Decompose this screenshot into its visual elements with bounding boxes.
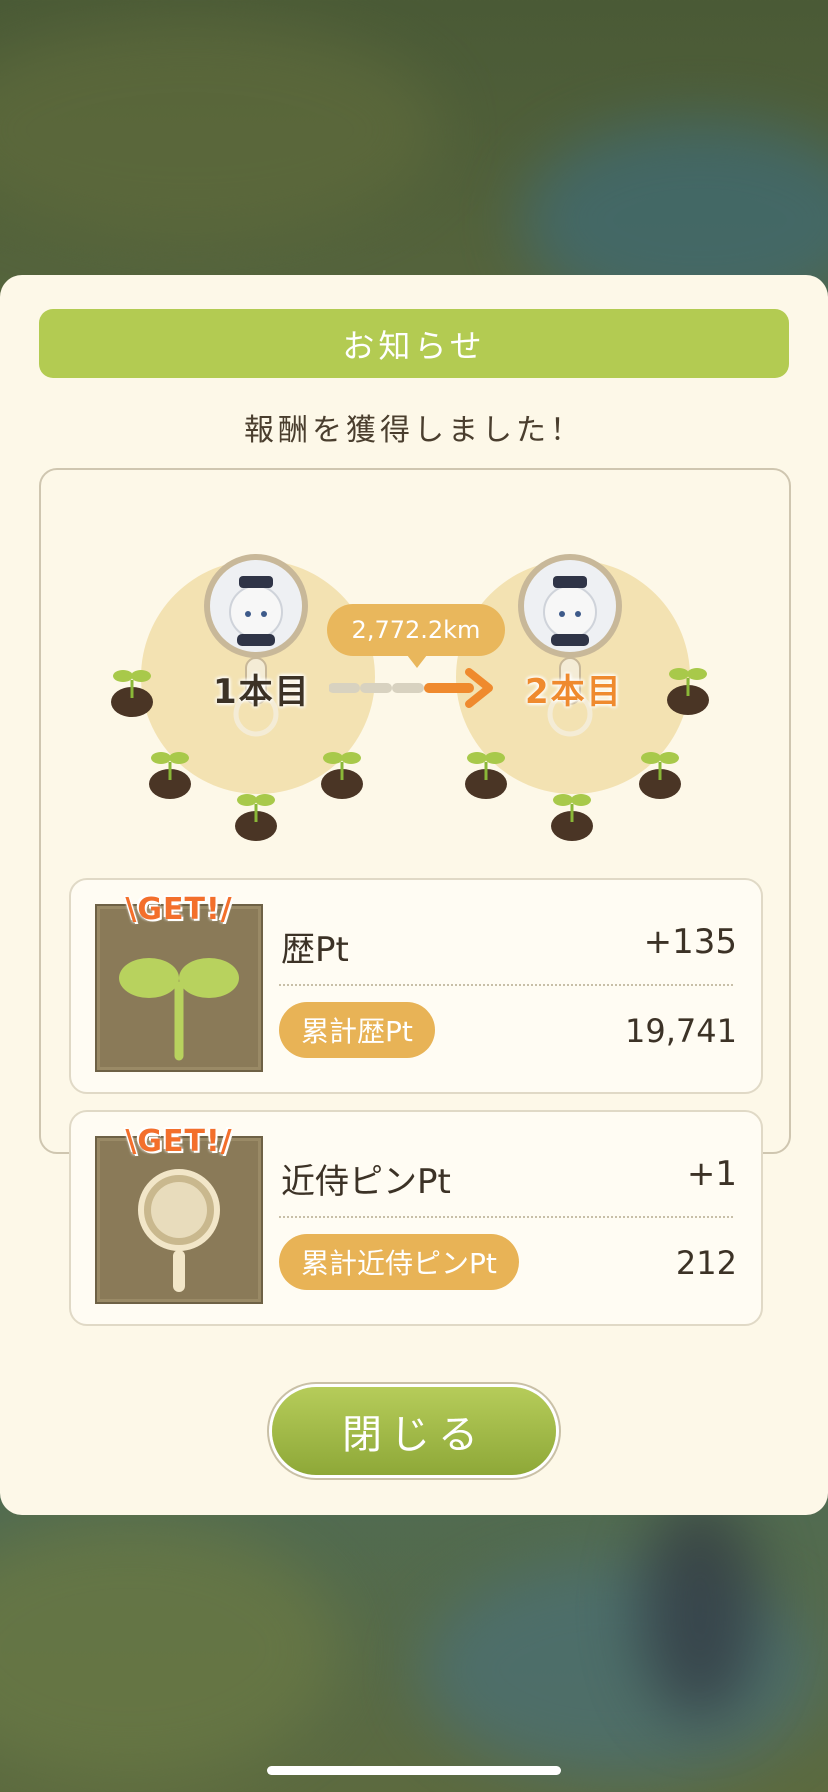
- character-pin-icon: [518, 554, 622, 737]
- arrow-right-icon: [329, 668, 493, 708]
- reward-value: +135: [643, 922, 737, 962]
- character-pin-icon: [204, 554, 308, 737]
- divider: [279, 984, 733, 986]
- sprout-icon: [235, 794, 277, 841]
- home-indicator[interactable]: [267, 1766, 561, 1775]
- sprout-icon: [551, 794, 593, 841]
- reward-card-pin-pt: \GET!/ 近侍ピンPt +1 累計近侍ピンPt 212: [69, 1110, 763, 1326]
- sprout-icon: [149, 752, 191, 799]
- reward-thumbnail: \GET!/: [95, 892, 263, 1072]
- sprout-icon: [321, 752, 363, 799]
- get-badge: \GET!/: [125, 892, 233, 927]
- reward-name: 近侍ピンPt: [281, 1162, 451, 1202]
- dialog-title: お知らせ: [39, 309, 789, 378]
- reward-dialog: お知らせ 報酬を獲得しました！ 1本目 2本目 2,772.2km \GET!/…: [0, 275, 828, 1515]
- close-button[interactable]: 閉じる: [272, 1387, 556, 1475]
- magnifier-pin-icon: [138, 1169, 220, 1292]
- dialog-subtitle: 報酬を獲得しました！: [244, 413, 584, 448]
- sprout-icon: [111, 670, 153, 717]
- sprout-icon: [667, 668, 709, 715]
- to-step-label: 2本目: [525, 672, 623, 712]
- total-label-pill: 累計近侍ピンPt: [279, 1234, 519, 1290]
- from-step-label: 1本目: [213, 672, 311, 712]
- distance-badge: 2,772.2km: [327, 604, 505, 668]
- reward-value: +1: [686, 1154, 737, 1194]
- reward-thumbnail: \GET!/: [95, 1124, 263, 1304]
- total-label-pill: 累計歴Pt: [279, 1002, 435, 1058]
- sprout-icon: [465, 752, 507, 799]
- get-badge: \GET!/: [125, 1124, 233, 1159]
- reward-name: 歴Pt: [281, 930, 349, 970]
- total-value: 212: [675, 1244, 737, 1282]
- divider: [279, 1216, 733, 1218]
- sprout-icon: [639, 752, 681, 799]
- reward-content: 1本目 2本目 2,772.2km \GET!/ 歴Pt +135 累計歴Pt …: [39, 468, 791, 1326]
- reward-card-reki-pt: \GET!/ 歴Pt +135 累計歴Pt 19,741: [69, 878, 763, 1094]
- total-value: 19,741: [625, 1012, 737, 1050]
- sprout-icon: [119, 958, 239, 1061]
